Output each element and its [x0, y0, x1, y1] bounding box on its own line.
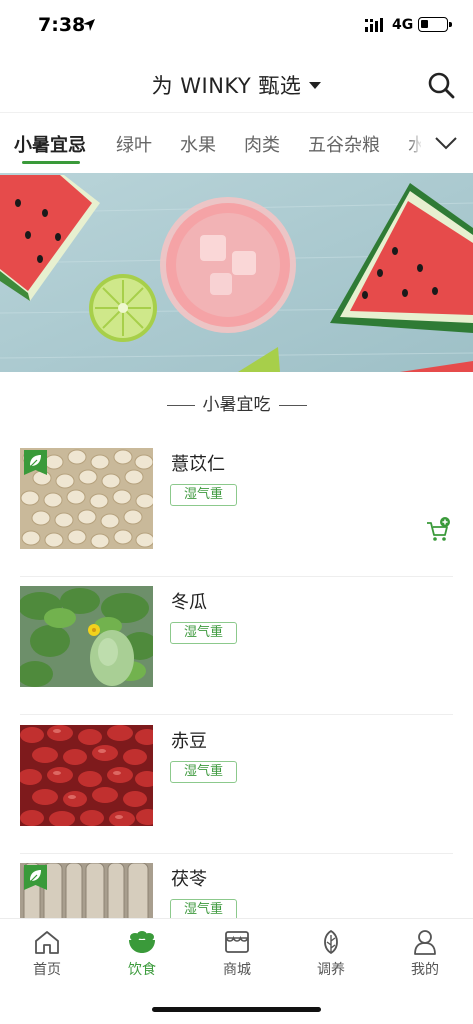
nav-food[interactable]: 饮食: [107, 929, 177, 979]
item-thumbnail: [20, 448, 153, 549]
location-arrow-icon: [83, 19, 95, 31]
home-icon: [35, 931, 59, 954]
leaf-badge-icon: [24, 450, 47, 475]
search-icon[interactable]: [426, 70, 456, 100]
nav-label: 首页: [33, 962, 61, 978]
nav-label: 我的: [411, 962, 439, 978]
add-to-cart-icon[interactable]: [425, 517, 451, 543]
category-tabs: 小暑宜忌 绿叶 水果 肉类 五谷杂粮 水: [0, 112, 473, 172]
list-item[interactable]: 冬瓜 湿气重: [0, 576, 473, 715]
banner-image[interactable]: [0, 173, 473, 372]
list-item[interactable]: 赤豆 湿气重: [0, 715, 473, 854]
item-name: 薏苡仁: [171, 454, 225, 475]
item-tag: 湿气重: [170, 484, 237, 506]
banner-illustration: [0, 173, 473, 372]
battery-icon: [418, 17, 452, 32]
divider-line: [166, 404, 195, 406]
nav-label: 调养: [317, 962, 345, 978]
section-title: 小暑宜吃: [0, 390, 473, 415]
item-thumbnail: [20, 725, 153, 826]
divider-line: [278, 404, 307, 406]
list-item[interactable]: 薏苡仁 湿气重: [0, 438, 473, 577]
item-thumbnail: [20, 586, 153, 687]
section-title-text: 小暑宜吃: [202, 395, 271, 415]
nav-home[interactable]: 首页: [12, 929, 82, 979]
tabs-expand-button[interactable]: [421, 113, 473, 172]
item-name: 冬瓜: [171, 592, 207, 613]
chevron-down-icon: [435, 137, 457, 150]
nav-shop[interactable]: 商城: [202, 929, 272, 979]
title-selector[interactable]: 为 WINKY 甄选: [0, 70, 473, 100]
person-icon: [414, 930, 436, 955]
item-tag: 湿气重: [170, 622, 237, 644]
leaf-badge-icon: [24, 865, 47, 890]
status-time: 7:38: [38, 14, 86, 36]
shop-icon: [225, 931, 249, 953]
food-bowl-icon: [129, 931, 155, 953]
network-type: 4G: [392, 17, 414, 33]
item-name: 赤豆: [171, 731, 207, 752]
tab-fruit[interactable]: 水果: [180, 131, 216, 157]
tab-meat[interactable]: 肉类: [244, 131, 280, 157]
tab-greens[interactable]: 绿叶: [116, 131, 152, 157]
status-bar: 7:38 4G: [0, 0, 473, 52]
nav-label: 饮食: [128, 962, 156, 978]
home-indicator[interactable]: [152, 1007, 321, 1012]
page-title: 为 WINKY 甄选: [151, 74, 302, 98]
nav-nourish[interactable]: 调养: [296, 929, 366, 979]
nav-profile[interactable]: 我的: [390, 929, 460, 979]
leaf-icon: [324, 929, 338, 955]
tab-grains[interactable]: 五谷杂粮: [308, 131, 380, 157]
active-tab-indicator: [22, 161, 80, 164]
nav-label: 商城: [223, 962, 251, 978]
header: 为 WINKY 甄选: [0, 52, 473, 112]
item-name: 茯苓: [171, 869, 207, 890]
signal-icon: [365, 18, 383, 32]
caret-down-icon: [309, 81, 322, 89]
tab-xiaoshu[interactable]: 小暑宜忌: [14, 131, 86, 157]
item-tag: 湿气重: [170, 761, 237, 783]
